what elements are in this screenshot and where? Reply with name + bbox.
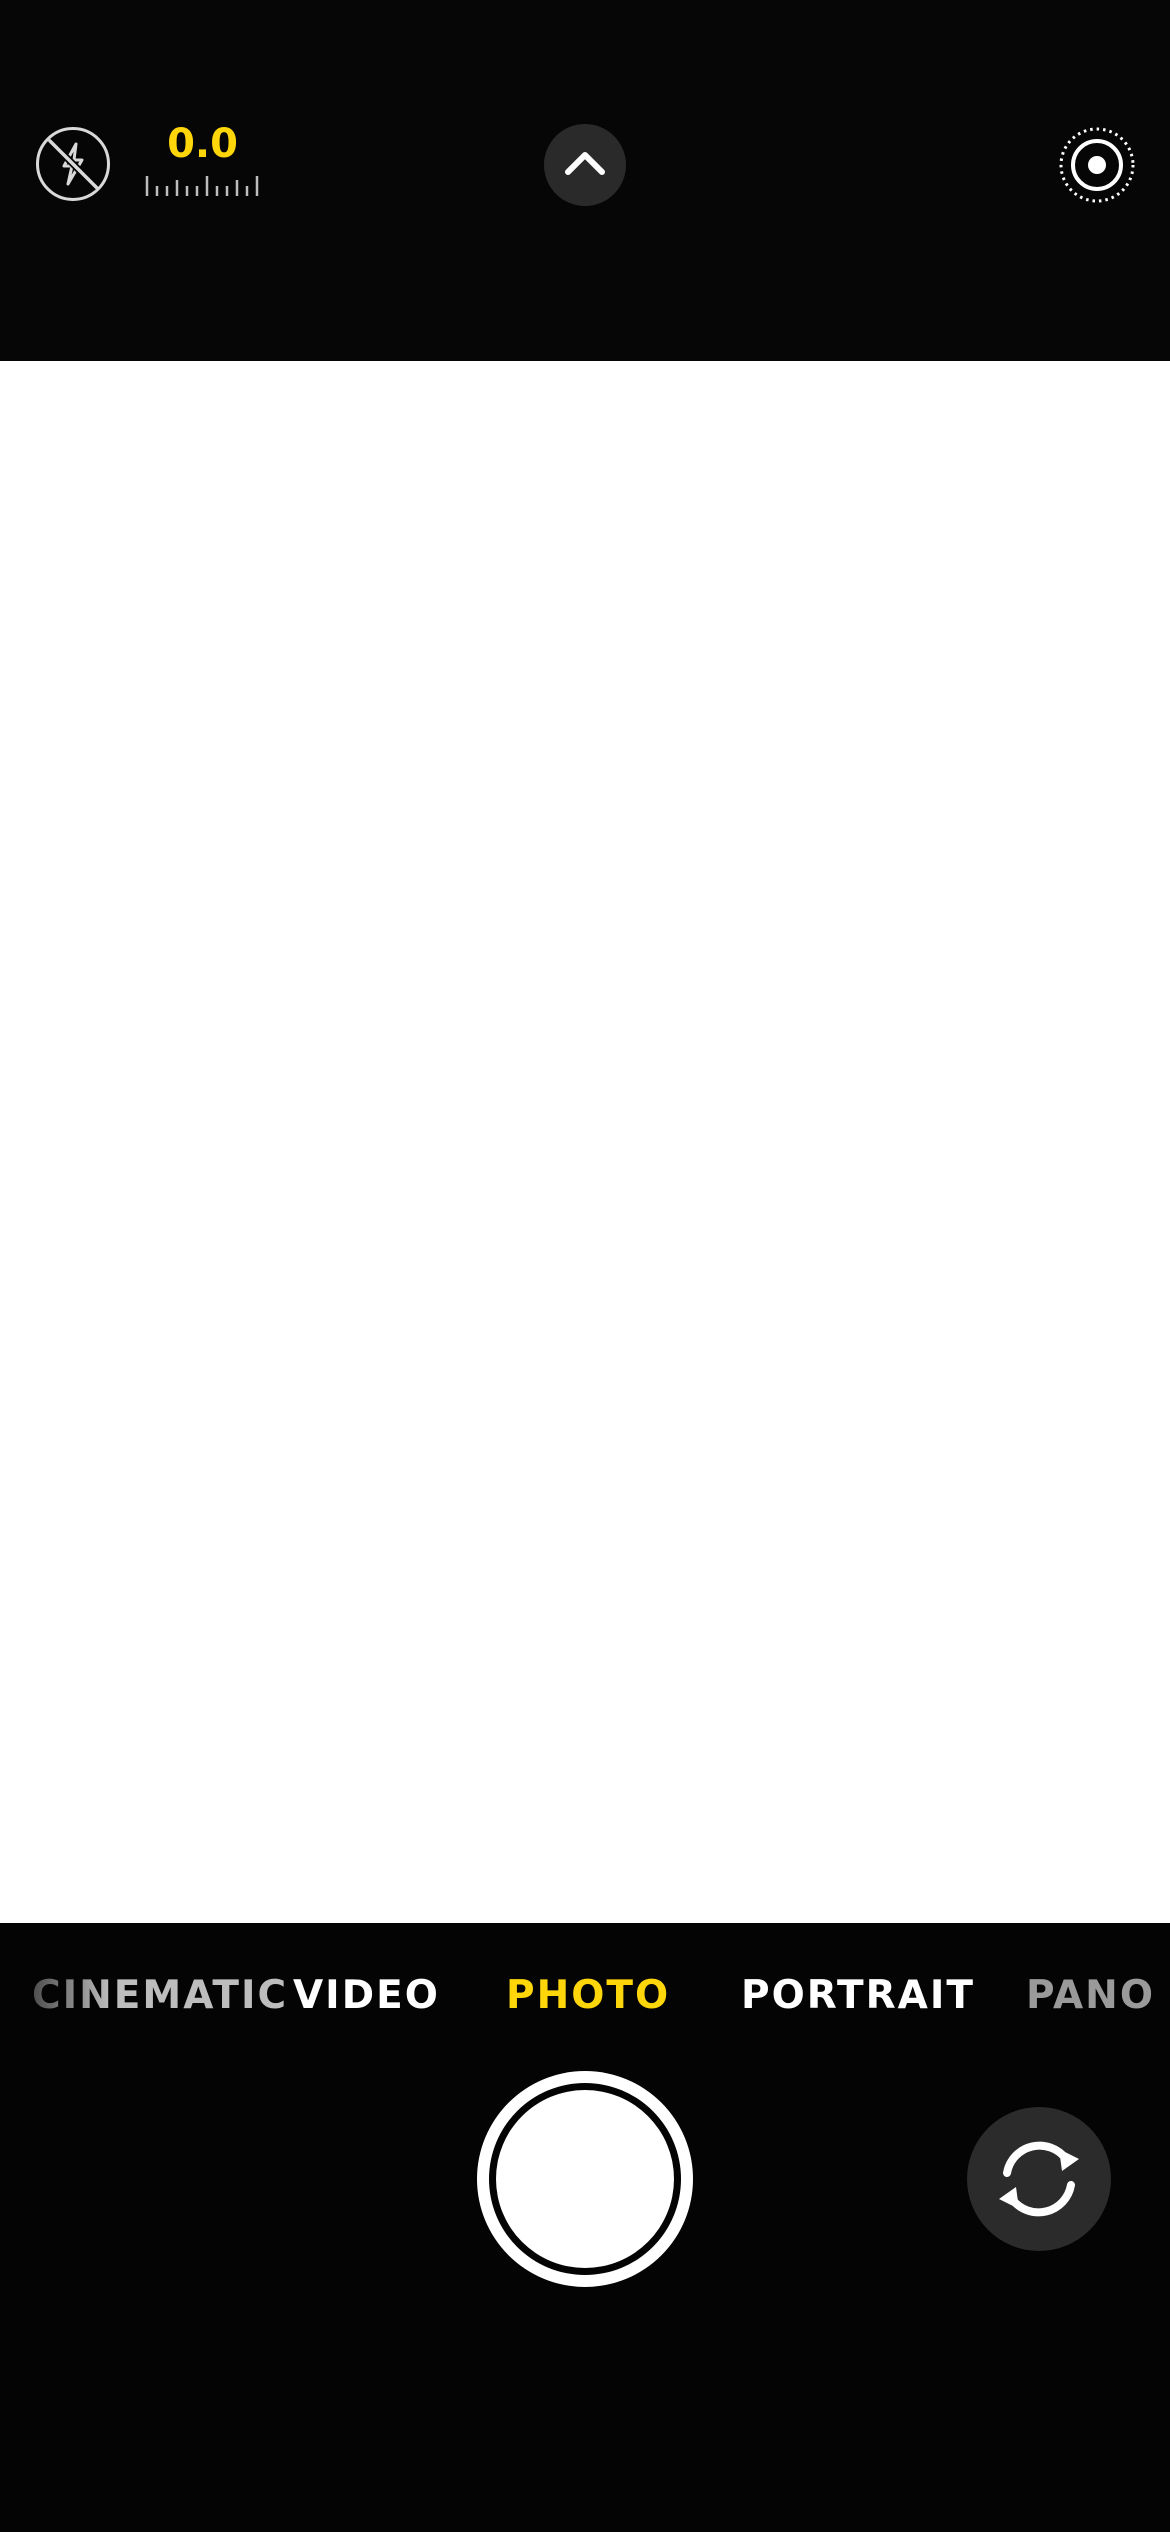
- shutter-button[interactable]: [477, 2071, 693, 2287]
- exposure-scale: [145, 176, 259, 196]
- mode-pano[interactable]: PANO: [1026, 1968, 1155, 2024]
- live-photo-button[interactable]: [1058, 126, 1136, 204]
- flip-camera-button[interactable]: [967, 2107, 1111, 2251]
- viewfinder[interactable]: [0, 361, 1170, 1923]
- expand-controls-button[interactable]: [544, 124, 626, 206]
- live-photo-icon: [1059, 127, 1135, 203]
- exposure-control[interactable]: 0.0: [140, 122, 265, 202]
- camera-flip-icon: [999, 2141, 1079, 2217]
- mode-cinematic[interactable]: CINEMATIC: [32, 1968, 288, 2024]
- exposure-value: 0.0: [167, 121, 238, 167]
- flash-button[interactable]: [36, 127, 110, 201]
- shutter-ring: [489, 2083, 681, 2275]
- flash-off-icon: [47, 138, 100, 191]
- mode-selector[interactable]: CINEMATIC VIDEO PHOTO PORTRAIT PANO: [0, 1968, 1170, 2024]
- mode-photo[interactable]: PHOTO: [506, 1968, 670, 2024]
- mode-video[interactable]: VIDEO: [293, 1968, 440, 2024]
- shutter-icon: [496, 2090, 674, 2268]
- chevron-up-icon: [565, 152, 605, 175]
- mode-portrait[interactable]: PORTRAIT: [741, 1968, 975, 2024]
